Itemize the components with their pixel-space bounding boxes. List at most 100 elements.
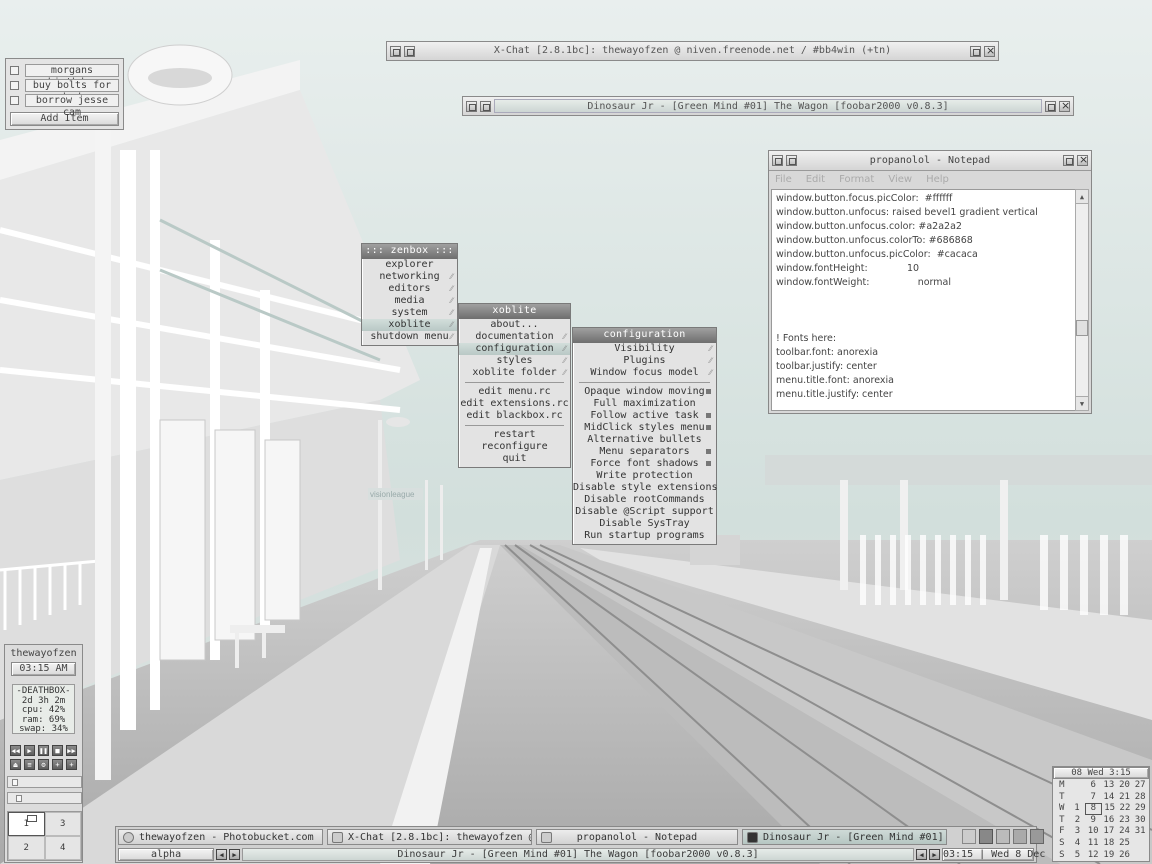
menu-item-opaque-window-moving[interactable]: Opaque window moving: [573, 386, 716, 398]
pause-icon[interactable]: ❚❚: [38, 745, 49, 756]
menu-item-midclick-styles-menu[interactable]: MidClick styles menu: [573, 422, 716, 434]
workspace-1[interactable]: 1: [8, 812, 45, 836]
calendar-day[interactable]: 11: [1085, 838, 1101, 850]
calendar-day[interactable]: 18: [1101, 838, 1117, 850]
calendar-day[interactable]: 16: [1101, 815, 1117, 827]
minimize-icon[interactable]: [390, 45, 401, 57]
menu-item-media[interactable]: media ⁄⁄: [362, 295, 457, 307]
workspace-name[interactable]: alpha: [118, 848, 214, 861]
menu-item-reconfigure[interactable]: reconfigure: [459, 441, 570, 453]
shade-icon[interactable]: [404, 45, 415, 57]
scroll-thumb[interactable]: [1076, 320, 1088, 336]
task-photobucket[interactable]: thewayofzen - Photobucket.com ...: [118, 829, 323, 845]
calendar-day[interactable]: 10: [1085, 826, 1101, 838]
workspace-3[interactable]: 3: [44, 812, 81, 836]
calendar-day[interactable]: 28: [1132, 792, 1148, 804]
calendar-day[interactable]: 2: [1070, 815, 1086, 827]
menu-item-documentation[interactable]: documentation ⁄⁄: [459, 331, 570, 343]
workspace-prev-icon[interactable]: ◀: [216, 849, 227, 860]
foobar-window[interactable]: Dinosaur Jr - [Green Mind #01] The Wagon…: [462, 96, 1074, 116]
taskbar-clock[interactable]: 03:15 | Wed 8 Dec: [942, 848, 1045, 861]
notepad-titlebar[interactable]: propanolol - Notepad: [769, 151, 1091, 171]
menu-item-full-maximization[interactable]: Full maximization: [573, 398, 716, 410]
todo-label[interactable]: borrow jesse cam: [25, 94, 119, 118]
workspace-4[interactable]: 4: [44, 836, 81, 860]
calendar-day[interactable]: 29: [1133, 803, 1148, 815]
tray-tool-icon[interactable]: [962, 829, 976, 844]
xchat-title[interactable]: X-Chat [2.8.1bc]: thewayofzen @ niven.fr…: [418, 44, 967, 58]
todo-checkbox[interactable]: [10, 81, 19, 90]
todo-checkbox[interactable]: [10, 66, 19, 75]
seek-thumb[interactable]: [12, 779, 18, 786]
menu-item-about[interactable]: about...: [459, 319, 570, 331]
tray-user-icon[interactable]: [996, 829, 1010, 844]
menu-item-edit-menu[interactable]: edit menu.rc: [459, 386, 570, 398]
menu-item-disable-script-support[interactable]: Disable @Script support: [573, 506, 716, 518]
menu-item-write-protection[interactable]: Write protection: [573, 470, 716, 482]
play-icon[interactable]: ▶: [24, 745, 35, 756]
calendar-day[interactable]: 31: [1132, 826, 1148, 838]
calendar-day[interactable]: 25: [1117, 838, 1133, 850]
menu-item-disable-rootcommands[interactable]: Disable rootCommands: [573, 494, 716, 506]
calendar-day[interactable]: [1132, 838, 1148, 850]
menu-item-alternative-bullets[interactable]: Alternative bullets: [573, 434, 716, 446]
menu-item-visibility[interactable]: Visibility ⁄⁄: [573, 343, 716, 355]
menu-help[interactable]: Help: [926, 174, 949, 186]
menu-item-editors[interactable]: editors ⁄⁄: [362, 283, 457, 295]
menu-edit[interactable]: Edit: [806, 174, 825, 186]
calendar-day[interactable]: 8: [1084, 803, 1102, 815]
task-xchat[interactable]: X-Chat [2.8.1bc]: thewayofzen @ n...: [327, 829, 532, 845]
calendar-day[interactable]: [1070, 780, 1086, 792]
add-item-button[interactable]: Add Item: [10, 112, 119, 126]
menu-item-styles[interactable]: styles ⁄⁄: [459, 355, 570, 367]
calendar-day[interactable]: 9: [1085, 815, 1101, 827]
menu-format[interactable]: Format: [839, 174, 874, 186]
menu-item-follow-active-task[interactable]: Follow active task: [573, 410, 716, 422]
shade-icon[interactable]: [786, 155, 797, 166]
menu-item-shutdown[interactable]: shutdown menu ⁄⁄: [362, 331, 457, 343]
calendar-day[interactable]: [1132, 850, 1148, 862]
tray-network-icon[interactable]: [1013, 829, 1027, 844]
calendar-day[interactable]: 20: [1117, 780, 1133, 792]
menu-item-quit[interactable]: quit: [459, 453, 570, 465]
calendar-day[interactable]: 12: [1085, 850, 1101, 862]
task-foobar[interactable]: Dinosaur Jr - [Green Mind #01] The...: [742, 829, 947, 845]
menu-item-run-startup-programs[interactable]: Run startup programs: [573, 530, 716, 542]
menu-file[interactable]: File: [775, 174, 792, 186]
maximize-icon[interactable]: [1045, 100, 1056, 112]
maximize-icon[interactable]: [970, 45, 981, 57]
close-icon[interactable]: [984, 44, 995, 57]
volume-slider[interactable]: [7, 792, 82, 804]
calendar-day[interactable]: 17: [1101, 826, 1117, 838]
foobar-title[interactable]: Dinosaur Jr - [Green Mind #01] The Wagon…: [494, 99, 1042, 113]
calendar-day[interactable]: 19: [1101, 850, 1117, 862]
menu-item-explorer[interactable]: explorer: [362, 259, 457, 271]
todo-checkbox[interactable]: [10, 96, 19, 105]
scroll-up-icon[interactable]: ▲: [1076, 190, 1088, 204]
maximize-icon[interactable]: [1063, 155, 1074, 166]
minimize-icon[interactable]: [466, 100, 477, 112]
notepad-editor[interactable]: window.button.focus.picColor: #ffffff wi…: [771, 189, 1077, 411]
menu-item-disable-style-extensions[interactable]: Disable style extensions: [573, 482, 718, 494]
menu-item-restart[interactable]: restart: [459, 429, 570, 441]
calendar-day[interactable]: 1: [1069, 803, 1084, 815]
calendar-day[interactable]: 26: [1117, 850, 1133, 862]
menu-item-menu-separators[interactable]: Menu separators: [573, 446, 716, 458]
xchat-window[interactable]: X-Chat [2.8.1bc]: thewayofzen @ niven.fr…: [386, 41, 999, 61]
vertical-scrollbar[interactable]: ▲ ▼: [1075, 189, 1089, 411]
clock-display[interactable]: 03:15 AM: [11, 662, 76, 676]
scroll-down-icon[interactable]: ▼: [1076, 396, 1088, 410]
workspace-2[interactable]: 2: [8, 836, 45, 860]
menu-item-xoblite[interactable]: xoblite ⁄⁄: [362, 319, 457, 331]
menu-item-disable-systray[interactable]: Disable SysTray: [573, 518, 716, 530]
calendar-day[interactable]: 21: [1117, 792, 1133, 804]
todo-label[interactable]: morgans birthday: [25, 64, 119, 88]
menu-view[interactable]: View: [888, 174, 912, 186]
eject-icon[interactable]: ⏏: [10, 759, 21, 770]
notepad-title[interactable]: propanolol - Notepad: [800, 154, 1060, 168]
tray-shield-icon[interactable]: [979, 829, 993, 844]
menu-item-force-font-shadows[interactable]: Force font shadows: [573, 458, 716, 470]
window-next-icon[interactable]: ▶: [929, 849, 940, 860]
calendar-day[interactable]: 3: [1070, 826, 1086, 838]
calendar-day[interactable]: 30: [1132, 815, 1148, 827]
